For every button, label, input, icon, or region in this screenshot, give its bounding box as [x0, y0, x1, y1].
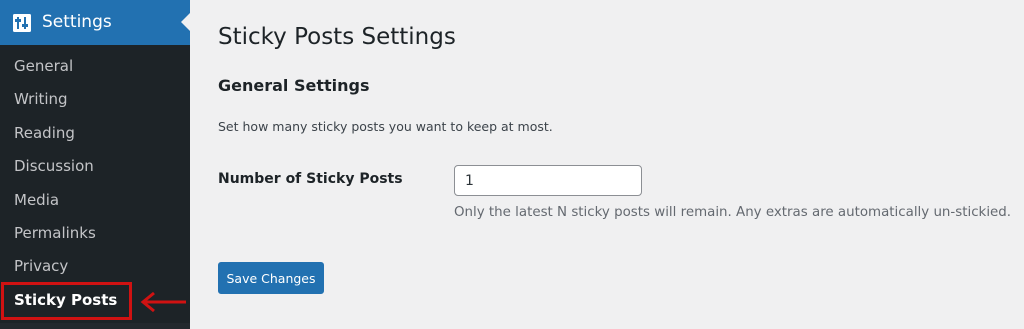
sidebar-item-discussion[interactable]: Discussion [0, 150, 190, 183]
page-title: Sticky Posts Settings [218, 24, 456, 50]
sidebar-item-reading[interactable]: Reading [0, 117, 190, 150]
left-arrow-icon [140, 291, 186, 313]
section-title: General Settings [218, 76, 370, 95]
sidebar-item-writing[interactable]: Writing [0, 83, 190, 116]
sidebar-bottom-edge [0, 323, 190, 329]
settings-submenu: General Writing Reading Discussion Media… [0, 50, 190, 317]
sidebar-section-title: Settings [42, 12, 112, 32]
sticky-posts-count-label: Number of Sticky Posts [218, 171, 403, 187]
settings-sliders-icon [13, 14, 31, 32]
sidebar-item-permalinks[interactable]: Permalinks [0, 217, 190, 250]
settings-content: Sticky Posts Settings General Settings S… [190, 0, 1024, 329]
sidebar-item-settings[interactable]: Settings [0, 0, 190, 45]
annotation-highlight-box [1, 282, 132, 320]
current-menu-pointer [181, 13, 190, 31]
sidebar-item-media[interactable]: Media [0, 184, 190, 217]
admin-sidebar: Settings General Writing Reading Discuss… [0, 0, 190, 329]
sticky-posts-count-description: Only the latest N sticky posts will rema… [454, 205, 1012, 220]
sidebar-item-general[interactable]: General [0, 50, 190, 83]
section-description: Set how many sticky posts you want to ke… [218, 119, 553, 134]
sticky-posts-count-input[interactable] [454, 165, 642, 196]
save-changes-button[interactable]: Save Changes [218, 262, 324, 294]
sidebar-item-privacy[interactable]: Privacy [0, 250, 190, 283]
